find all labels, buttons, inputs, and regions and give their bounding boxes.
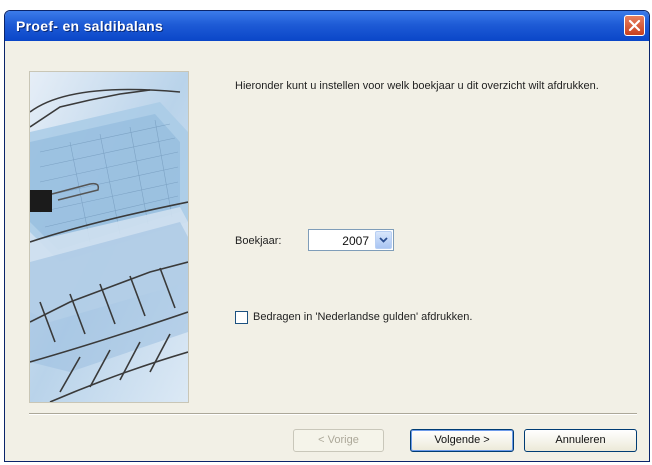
intro-text: Hieronder kunt u instellen voor welk boe… — [235, 80, 599, 92]
year-label: Boekjaar: — [235, 235, 282, 247]
window-title: Proef- en saldibalans — [16, 18, 164, 34]
cancel-button[interactable]: Annuleren — [524, 429, 637, 452]
year-value: 2007 — [342, 234, 369, 248]
separator — [29, 413, 637, 415]
year-dropdown-button[interactable] — [375, 231, 392, 249]
guilder-checkbox-label[interactable]: Bedragen in 'Nederlandse gulden' afdrukk… — [253, 311, 472, 323]
dialog-content: Hieronder kunt u instellen voor welk boe… — [5, 41, 649, 461]
close-button[interactable] — [624, 15, 645, 36]
back-button[interactable]: < Vorige — [293, 429, 384, 452]
guilder-checkbox[interactable] — [235, 311, 248, 324]
next-button[interactable]: Volgende > — [410, 429, 514, 452]
chevron-down-icon — [379, 237, 388, 243]
document-tray-illustration — [29, 71, 189, 403]
title-bar: Proef- en saldibalans — [5, 11, 649, 41]
year-select[interactable]: 2007 — [308, 229, 394, 251]
dialog-window: Proef- en saldibalans Hieronder kunt u i… — [4, 10, 650, 462]
close-icon — [628, 19, 641, 32]
